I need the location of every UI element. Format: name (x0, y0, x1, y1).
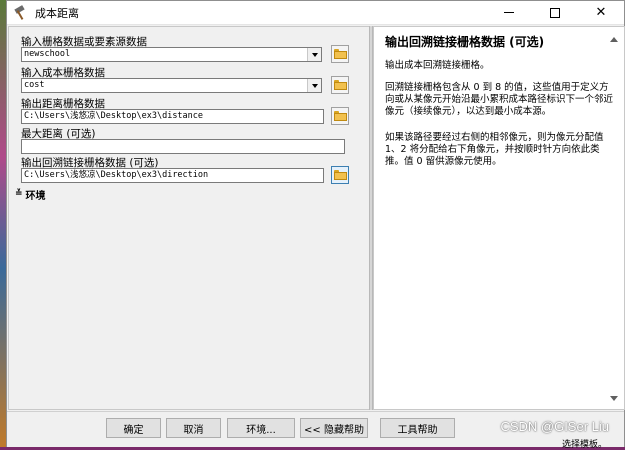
help-title: 输出回溯链接栅格数据 (可选) (385, 35, 545, 49)
tool-help-button[interactable]: 工具帮助 (380, 418, 455, 438)
maximize-button[interactable] (532, 1, 578, 25)
input-source-browse-button[interactable] (331, 45, 349, 63)
input-source-combo[interactable]: newschool (21, 47, 322, 62)
tool-dialog: 成本距离 ✕ 输入栅格数据或要素源数据 newschool 输入成本栅格数据 c… (6, 0, 625, 447)
environments-button[interactable]: 环境... (227, 418, 295, 438)
scroll-down-icon[interactable] (610, 396, 618, 401)
environment-label: 环境 (25, 191, 46, 202)
cancel-button[interactable]: 取消 (166, 418, 221, 438)
cost-raster-dropdown-button[interactable] (307, 79, 321, 92)
cost-raster-browse-button[interactable] (331, 76, 349, 94)
chevron-down-icon (311, 83, 318, 88)
help-paragraph: 输出成本回溯链接栅格。 (385, 60, 490, 71)
folder-icon (333, 170, 347, 180)
double-chevron-down-icon: ≚ (15, 189, 23, 199)
folder-icon (333, 49, 347, 59)
maximize-icon (550, 7, 560, 18)
background-text: 选择模板。 (561, 440, 607, 450)
hammer-icon (13, 4, 29, 21)
output-distance-input[interactable]: C:\Users\浅悠凉\Desktop\ex3\distance (21, 109, 324, 124)
hide-help-button[interactable]: << 隐藏帮助 (300, 418, 368, 438)
environment-toggle[interactable]: ≚ 环境 (15, 187, 46, 203)
max-distance-input[interactable] (21, 139, 345, 154)
input-source-dropdown-button[interactable] (307, 48, 321, 61)
scroll-up-icon[interactable] (610, 37, 618, 42)
input-source-value: newschool (24, 49, 71, 59)
close-button[interactable]: ✕ (578, 1, 624, 25)
ok-button[interactable]: 确定 (106, 418, 161, 438)
cost-raster-value: cost (24, 80, 45, 90)
window-controls: ✕ (486, 1, 624, 25)
window-title: 成本距离 (35, 6, 79, 20)
cost-raster-combo[interactable]: cost (21, 78, 322, 93)
folder-icon (333, 80, 347, 90)
chevron-down-icon (311, 52, 318, 57)
minimize-icon (504, 12, 514, 13)
minimize-button[interactable] (486, 1, 532, 25)
help-pane: 输出回溯链接栅格数据 (可选) 输出成本回溯链接栅格。 回溯链接栅格包含从 0 … (373, 26, 625, 410)
help-paragraph: 回溯链接栅格包含从 0 到 8 的值，这些值用于定义方向或从某像元开始沿最小累积… (385, 82, 614, 117)
output-backlink-browse-button[interactable] (331, 166, 349, 184)
output-backlink-input[interactable]: C:\Users\浅悠凉\Desktop\ex3\direction (21, 168, 324, 183)
parameters-pane: 输入栅格数据或要素源数据 newschool 输入成本栅格数据 cost 输出距… (8, 26, 369, 410)
output-distance-browse-button[interactable] (331, 107, 349, 125)
watermark: CSDN @GISer Liu (500, 419, 609, 434)
title-bar[interactable]: 成本距离 ✕ (7, 1, 624, 25)
folder-icon (333, 111, 347, 121)
help-paragraph: 如果该路径要经过右侧的相邻像元，则为像元分配值 1、2 将分配给右下角像元，并按… (385, 132, 604, 167)
close-icon: ✕ (595, 5, 607, 20)
